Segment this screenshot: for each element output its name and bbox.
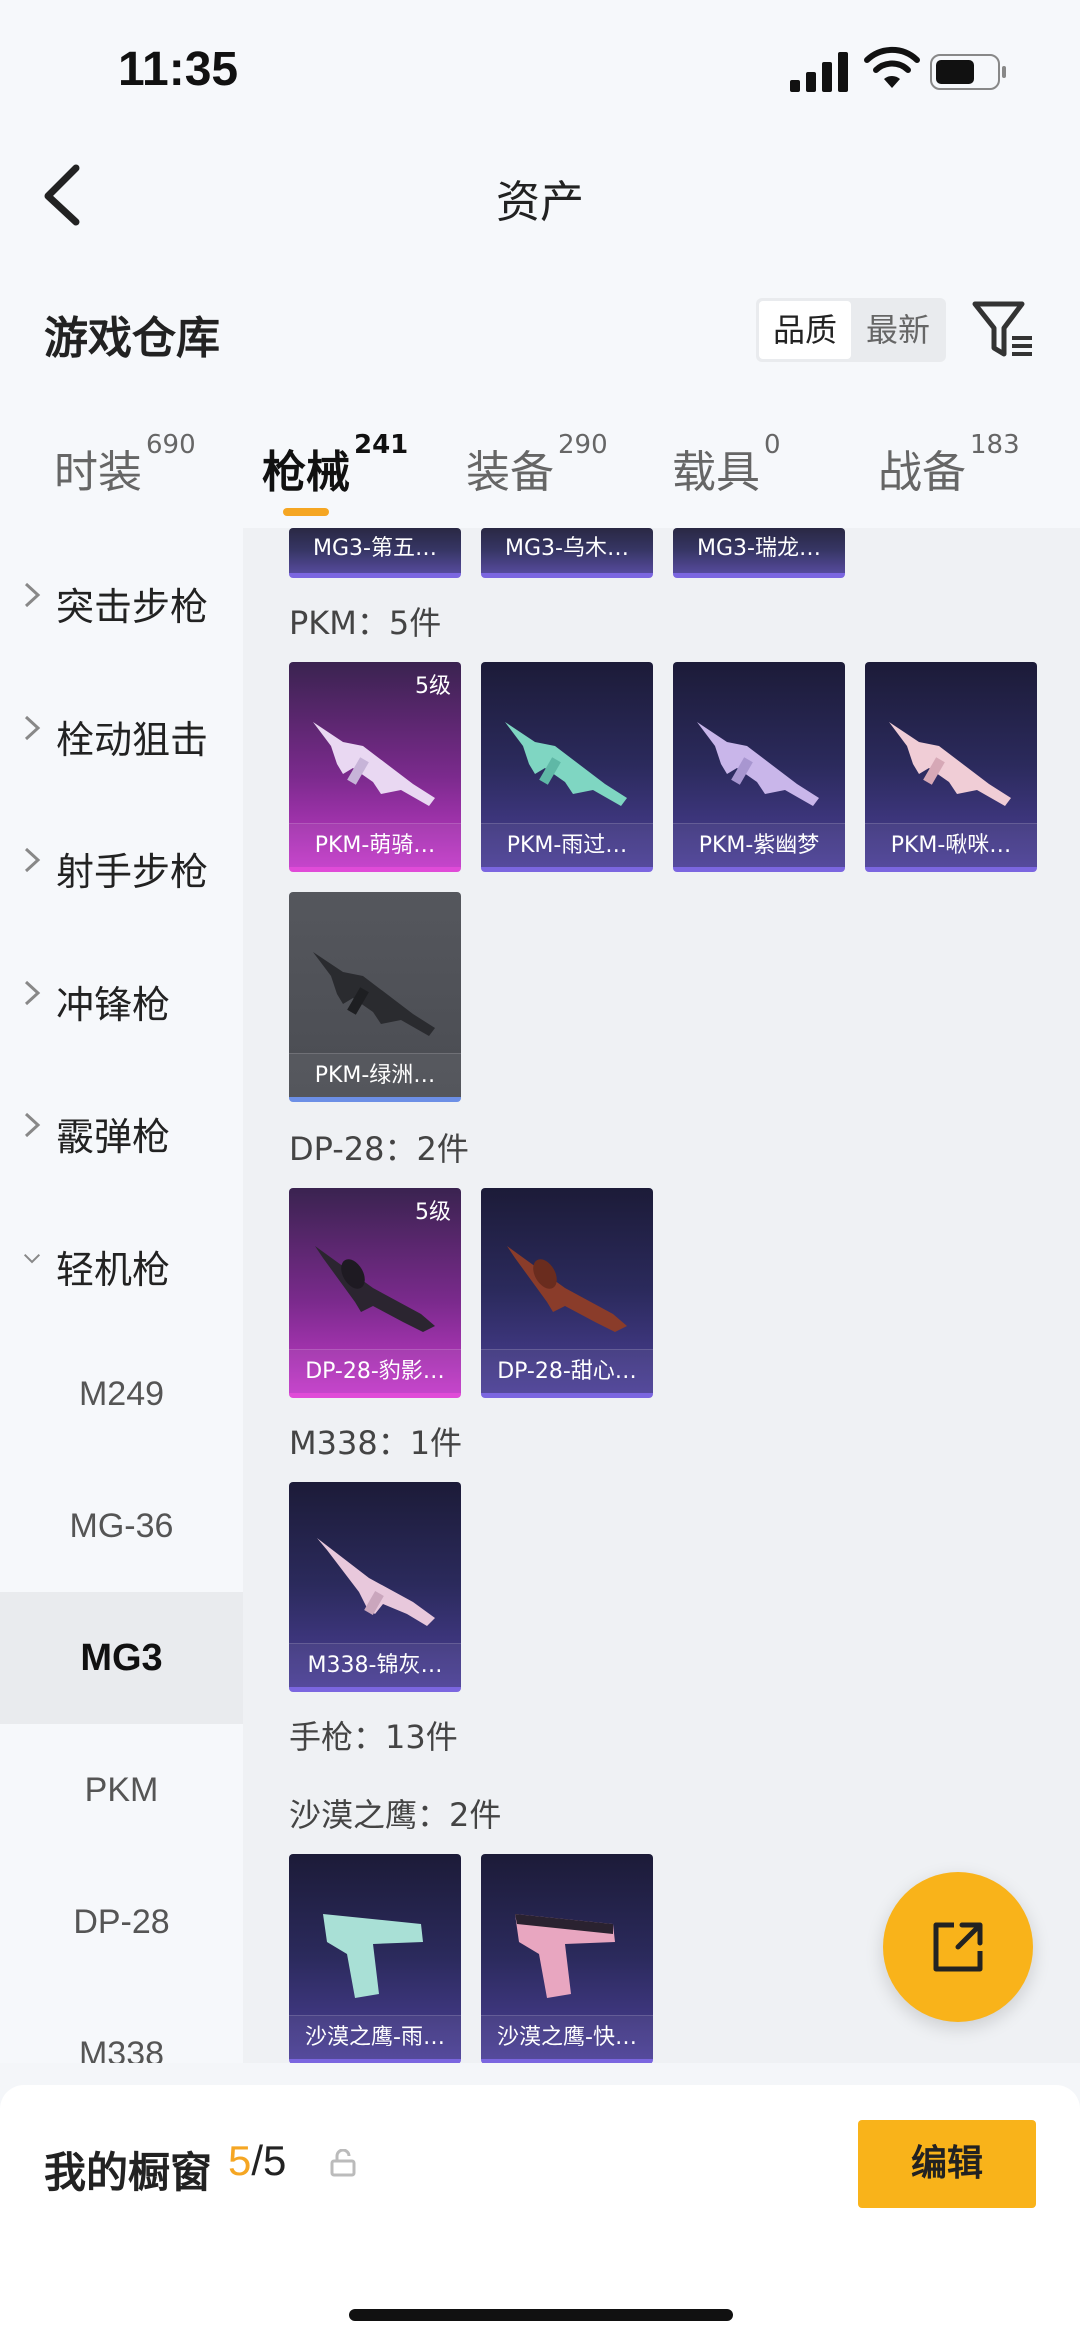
weapon-card[interactable]: M338-锦灰… — [289, 1482, 461, 1692]
weapon-card-name: DP-28-豹影… — [289, 1349, 461, 1393]
weapon-card-name: 沙漠之鹰-雨… — [289, 2015, 461, 2059]
weapon-card-name: PKM-雨过… — [481, 823, 653, 867]
sort-latest-button[interactable]: 最新 — [852, 298, 944, 362]
chevron-right-icon — [24, 980, 41, 1006]
sidebar-category-bolt-sniper[interactable]: 栓动狙击 — [0, 681, 243, 781]
chevron-right-icon — [24, 847, 41, 873]
weapon-card[interactable]: PKM-雨过… — [481, 662, 653, 872]
cellular-signal-icon — [790, 52, 848, 92]
weapon-card[interactable]: 沙漠之鹰-快… — [481, 1854, 653, 2063]
chevron-down-icon — [23, 1253, 41, 1264]
page-title: 资产 — [496, 177, 584, 228]
sort-toggle: 品质 最新 — [756, 298, 946, 362]
section-title-pistols: 手枪：13件 — [289, 1718, 458, 1756]
machine-gun-icon — [313, 722, 435, 806]
weapon-card-name: 沙漠之鹰-快… — [481, 2015, 653, 2059]
showcase-bar: 我的橱窗 5/5 编辑 — [0, 2085, 1080, 2337]
home-indicator — [349, 2309, 733, 2321]
share-button[interactable] — [883, 1872, 1033, 2022]
status-bar: 11:35 — [0, 0, 1080, 130]
sidebar-category-marksman-rifle[interactable]: 射手步枪 — [0, 813, 243, 913]
section-title-pkm: PKM：5件 — [289, 604, 442, 642]
sidebar-sub-mg36[interactable]: MG-36 — [0, 1460, 243, 1592]
weapon-card[interactable]: PKM-啾咪… — [865, 662, 1037, 872]
section-title-desert-eagle: 沙漠之鹰：2件 — [289, 1796, 502, 1834]
machine-gun-icon — [889, 722, 1011, 806]
rifle-icon — [507, 1246, 627, 1332]
machine-gun-icon — [313, 952, 435, 1036]
weapon-card-name: PKM-萌骑… — [289, 823, 461, 867]
chevron-right-icon — [24, 582, 41, 608]
tab-firearms[interactable]: 枪械241 — [262, 430, 408, 500]
section-title-dp28: DP-28：2件 — [289, 1130, 469, 1168]
active-tab-indicator — [283, 508, 329, 516]
tab-fashion[interactable]: 时装690 — [54, 430, 196, 500]
chevron-right-icon — [24, 1112, 41, 1138]
rifle-icon — [317, 1538, 435, 1626]
weapon-card-name: PKM-啾咪… — [865, 823, 1037, 867]
weapon-card-name: PKM-紫幽梦 — [673, 823, 845, 867]
weapon-card-name: DP-28-甜心… — [481, 1349, 653, 1393]
pistol-icon — [515, 1914, 615, 1998]
sidebar-category-lmg[interactable]: 轻机枪 — [0, 1211, 243, 1311]
share-external-icon — [933, 1922, 983, 1972]
filter-icon[interactable] — [972, 300, 1034, 362]
weapon-card[interactable]: MG3-乌木… — [481, 528, 653, 578]
lock-icon — [330, 2149, 356, 2177]
sidebar-sub-pkm[interactable]: PKM — [0, 1724, 243, 1856]
showcase-label: 我的橱窗 — [44, 2148, 213, 2197]
weapon-card-name: MG3-第五… — [289, 528, 461, 573]
showcase-count: 5/5 — [228, 2137, 287, 2184]
weapon-sidebar: 突击步枪 栓动狙击 射手步枪 冲锋枪 霰弹枪 轻机枪 M249 MG-36 MG… — [0, 528, 243, 2063]
battery-icon — [930, 54, 1006, 90]
weapon-card[interactable]: 沙漠之鹰-雨… — [289, 1854, 461, 2063]
sidebar-sub-m249[interactable]: M249 — [0, 1328, 243, 1460]
weapon-card-name: M338-锦灰… — [289, 1643, 461, 1687]
chevron-right-icon — [24, 715, 41, 741]
weapon-card[interactable]: 5级 PKM-萌骑… — [289, 662, 461, 872]
warehouse-title: 游戏仓库 — [44, 313, 220, 364]
weapon-card-name: MG3-瑞龙… — [673, 528, 845, 573]
machine-gun-icon — [505, 722, 627, 806]
warehouse-header: 游戏仓库 品质 最新 — [0, 260, 1080, 390]
weapon-card[interactable]: PKM-紫幽梦 — [673, 662, 845, 872]
sidebar-sub-m338[interactable]: M338 — [0, 1988, 243, 2063]
weapon-list: MG3-第五… MG3-乌木… MG3-瑞龙… PKM：5件 5级 PKM-萌骑… — [243, 528, 1080, 2063]
edit-button[interactable]: 编辑 — [858, 2120, 1036, 2208]
sidebar-category-assault-rifle[interactable]: 突击步枪 — [0, 548, 243, 648]
weapon-card[interactable]: 5级 DP-28-豹影… — [289, 1188, 461, 1398]
category-tabs: 时装690 枪械241 装备290 载具0 战备183 — [0, 390, 1080, 528]
tab-equipment[interactable]: 装备290 — [466, 430, 608, 500]
wifi-icon — [864, 46, 920, 88]
weapon-card[interactable]: MG3-第五… — [289, 528, 461, 578]
weapon-card-name: MG3-乌木… — [481, 528, 653, 573]
weapon-card[interactable]: MG3-瑞龙… — [673, 528, 845, 578]
status-time: 11:35 — [118, 43, 239, 96]
sidebar-sub-dp28[interactable]: DP-28 — [0, 1856, 243, 1988]
sort-quality-button[interactable]: 品质 — [759, 301, 851, 359]
pistol-icon — [323, 1914, 423, 1998]
section-title-m338: M338：1件 — [289, 1424, 463, 1462]
level-badge: 5级 — [415, 674, 451, 699]
tab-battle-gear[interactable]: 战备183 — [878, 430, 1020, 500]
machine-gun-icon — [697, 722, 819, 806]
level-badge: 5级 — [415, 1200, 451, 1225]
weapon-card[interactable]: PKM-绿洲… — [289, 892, 461, 1102]
nav-bar: 资产 — [0, 130, 1080, 260]
rifle-icon — [315, 1246, 435, 1332]
sidebar-category-shotgun[interactable]: 霰弹枪 — [0, 1078, 243, 1178]
sidebar-category-smg[interactable]: 冲锋枪 — [0, 946, 243, 1046]
sidebar-sub-mg3[interactable]: MG3 — [0, 1592, 243, 1724]
weapon-card[interactable]: DP-28-甜心… — [481, 1188, 653, 1398]
weapon-card-name: PKM-绿洲… — [289, 1053, 461, 1097]
tab-vehicles[interactable]: 载具0 — [672, 430, 781, 500]
